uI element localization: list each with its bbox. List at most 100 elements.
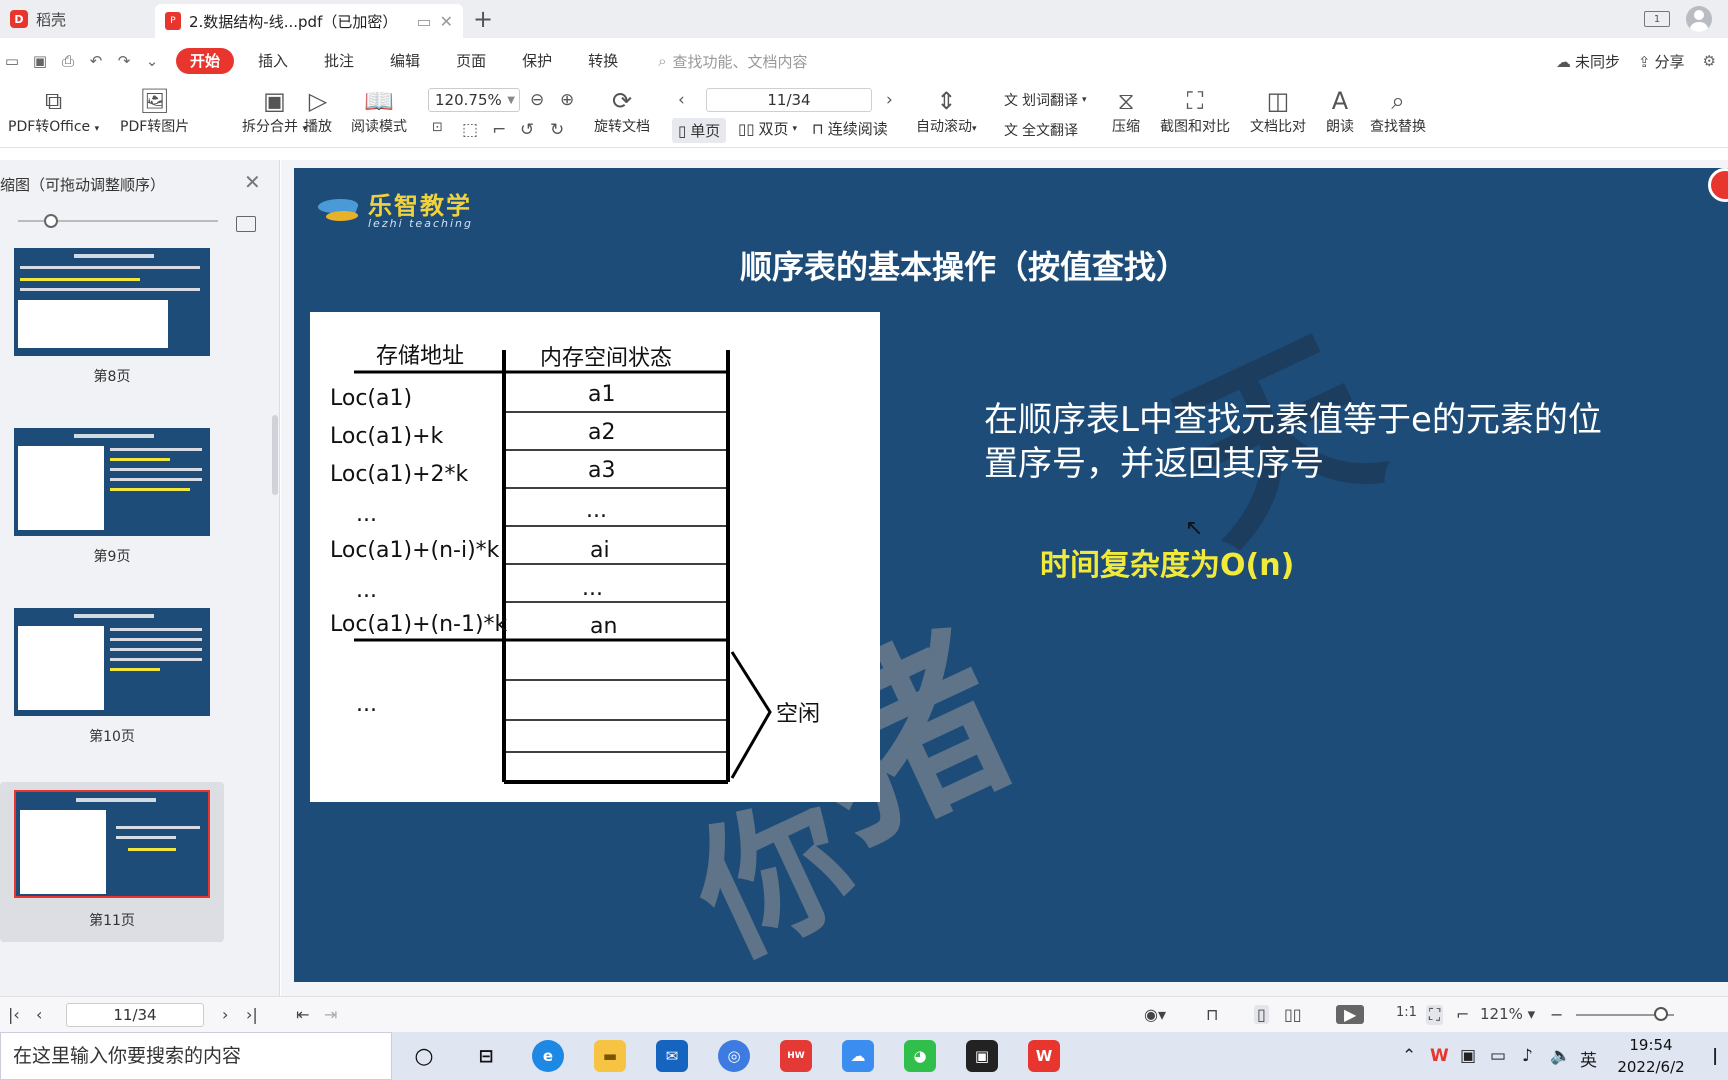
next-page-icon[interactable]: › [222, 1005, 228, 1024]
network-app-icon[interactable]: ◎ [718, 1040, 750, 1072]
fit-page-icon[interactable]: ⛶ [1426, 1005, 1444, 1025]
pdf-to-office-button[interactable]: ⧉ PDF转Office ▾ [8, 84, 99, 148]
notification-icon[interactable]: | [1712, 1046, 1718, 1066]
cloud-app-icon[interactable]: ☁ [842, 1040, 874, 1072]
show-hidden-icons-chevron-icon[interactable]: ⌃ [1402, 1046, 1416, 1066]
cortana-icon[interactable]: ○ [408, 1040, 440, 1072]
word-translate-button[interactable]: 文划词翻译 ▾ [1004, 90, 1087, 110]
menu-tab-start[interactable]: 开始 [176, 48, 235, 74]
mail-icon[interactable]: ✉ [656, 1040, 688, 1072]
next-page-chevron-icon[interactable]: › [886, 90, 893, 110]
print-icon[interactable]: ⎙ [60, 52, 76, 70]
image-icon[interactable] [236, 216, 256, 232]
eye-protect-icon[interactable]: ◉▾ [1144, 1005, 1166, 1024]
single-view-icon[interactable]: ▯ [1254, 1005, 1269, 1024]
screenshot-compare-button[interactable]: ⛶ 截图和对比 [1160, 84, 1230, 148]
first-page-icon[interactable]: |‹ [8, 1005, 20, 1024]
read-aloud-button[interactable]: A 朗读 [1326, 84, 1354, 148]
thumbnail-page-10[interactable]: 第10页 [0, 608, 224, 768]
wps-tray-icon[interactable]: W [1430, 1046, 1449, 1066]
wps-taskbar-icon[interactable]: W [1028, 1040, 1060, 1072]
page-number-input[interactable]: 11/34 [706, 88, 872, 112]
status-zoom-select[interactable]: 121% ▾ [1480, 1005, 1535, 1023]
continuous-read-button[interactable]: ⊓ 连续阅读 [812, 118, 888, 139]
wechat-icon[interactable]: ◕ [904, 1040, 936, 1072]
file-explorer-icon[interactable]: ▬ [594, 1040, 626, 1072]
share-button[interactable]: ⇪ 分享 [1638, 51, 1685, 72]
rotate-document-button[interactable]: ⟳ 旋转文档 [594, 84, 650, 148]
zoom-select[interactable]: 120.75% ▼ [428, 88, 520, 112]
find-replace-button[interactable]: ⌕ 查找替换 [1370, 84, 1426, 148]
taskbar-search-input[interactable]: 在这里输入你要搜索的内容 [0, 1032, 392, 1080]
open-folder-icon[interactable]: ▭ [4, 52, 20, 70]
compress-button[interactable]: ⧖ 压缩 [1112, 84, 1140, 148]
thumbnail-page-11[interactable]: 第11页 [0, 782, 224, 942]
continuous-view-icon[interactable]: ⊓ [1206, 1005, 1218, 1024]
status-page-input[interactable]: 11/34 [66, 1003, 204, 1027]
task-view-icon[interactable]: ⊟ [470, 1040, 502, 1072]
feature-search[interactable]: ⌕ 查找功能、文档内容 [658, 51, 807, 72]
thumbnail-page-8[interactable]: 第8页 [0, 248, 224, 408]
new-tab-button[interactable]: + [463, 0, 503, 38]
menu-tab-annotate[interactable]: 批注 [306, 48, 372, 74]
actual-size-icon[interactable]: ⊡ [432, 120, 443, 135]
rotate-left-icon[interactable]: ↺ [520, 120, 534, 140]
back-view-icon[interactable]: ⇤ [296, 1005, 309, 1024]
settings-gear-icon[interactable]: ⚙ [1703, 52, 1716, 70]
prev-page-chevron-icon[interactable]: ‹ [678, 90, 685, 110]
fit-width-icon[interactable]: ⌐ [1456, 1005, 1469, 1024]
last-page-icon[interactable]: ›| [246, 1005, 258, 1024]
undo-icon[interactable]: ↶ [88, 52, 104, 70]
more-chevron-icon[interactable]: ⌄ [144, 52, 160, 70]
doc-compare-button[interactable]: ◫ 文档比对 [1250, 84, 1306, 148]
camera-app-icon[interactable]: ▣ [966, 1040, 998, 1072]
zoom-in-icon[interactable]: ⊕ [560, 90, 574, 110]
pdf-to-image-button[interactable]: 🖼 PDF转图片 [120, 84, 189, 148]
menu-tab-insert[interactable]: 插入 [240, 48, 306, 74]
play-button[interactable]: ▷ 播放 [304, 84, 332, 148]
auto-scroll-button[interactable]: ⇕ 自动滚动▾ [916, 84, 977, 148]
tab-float-icon[interactable]: ▭ [416, 12, 431, 31]
zoom-out-minus-icon[interactable]: − [1550, 1005, 1563, 1024]
huawei-app-icon[interactable]: HW [780, 1040, 812, 1072]
thumbnail-page-9[interactable]: 第9页 [0, 428, 224, 588]
full-translate-button[interactable]: 文全文翻译 [1004, 120, 1078, 140]
user-avatar[interactable] [1686, 6, 1712, 32]
double-view-icon[interactable]: ▯▯ [1284, 1005, 1302, 1024]
zoom-slider-handle[interactable] [1654, 1007, 1668, 1021]
sync-button[interactable]: ☁ 未同步 [1556, 51, 1620, 72]
tray-app-icon[interactable]: ▣ [1460, 1046, 1476, 1066]
prev-page-icon[interactable]: ‹ [36, 1005, 42, 1024]
document-viewport[interactable]: 天 猪 你 乐智教学 lezhi teaching 顺序表的基本操作（按值查找） [281, 160, 1728, 996]
battery-icon[interactable]: ▭ [1490, 1046, 1506, 1066]
double-page-button[interactable]: ▯▯ 双页 ▾ [738, 118, 797, 139]
thumbnail-size-slider-handle[interactable] [44, 214, 58, 228]
app-home-tab[interactable]: D 稻壳 [0, 0, 155, 38]
floating-assistant-icon[interactable] [1708, 168, 1728, 202]
edge-browser-icon[interactable]: e [532, 1040, 564, 1072]
document-tab[interactable]: P 2.数据结构-线...pdf（已加密） ▭ ✕ [155, 4, 463, 38]
zoom-out-icon[interactable]: ⊖ [530, 90, 544, 110]
menu-tab-convert[interactable]: 转换 [570, 48, 636, 74]
single-page-button[interactable]: ▯ 单页 [672, 118, 727, 143]
microphone-icon[interactable]: ♪ [1522, 1046, 1533, 1066]
split-merge-button[interactable]: ▣ 拆分合并 ▾ [242, 84, 307, 148]
read-mode-button[interactable]: 📖 阅读模式 [351, 84, 407, 148]
menu-tab-protect[interactable]: 保护 [504, 48, 570, 74]
close-icon[interactable]: ✕ [244, 170, 261, 194]
ime-indicator[interactable]: 英 [1580, 1046, 1597, 1071]
menu-tab-page[interactable]: 页面 [438, 48, 504, 74]
play-slideshow-icon[interactable]: ▶ [1336, 1005, 1365, 1024]
fit-page-icon[interactable]: ⬚ [462, 120, 478, 140]
menu-tab-edit[interactable]: 编辑 [372, 48, 438, 74]
taskbar-clock[interactable]: 19:54 2022/6/2 [1612, 1034, 1690, 1078]
redo-icon[interactable]: ↷ [116, 52, 132, 70]
tab-close-icon[interactable]: ✕ [440, 12, 453, 31]
volume-icon[interactable]: 🔈 [1550, 1046, 1571, 1066]
actual-size-icon[interactable]: 1:1 [1396, 1005, 1417, 1020]
fit-width-icon[interactable]: ⌐ [492, 120, 506, 140]
sidebar-scrollbar[interactable] [272, 415, 278, 495]
rotate-right-icon[interactable]: ↻ [550, 120, 564, 140]
forward-view-icon[interactable]: ⇥ [324, 1005, 337, 1024]
save-icon[interactable]: ▣ [32, 52, 48, 70]
